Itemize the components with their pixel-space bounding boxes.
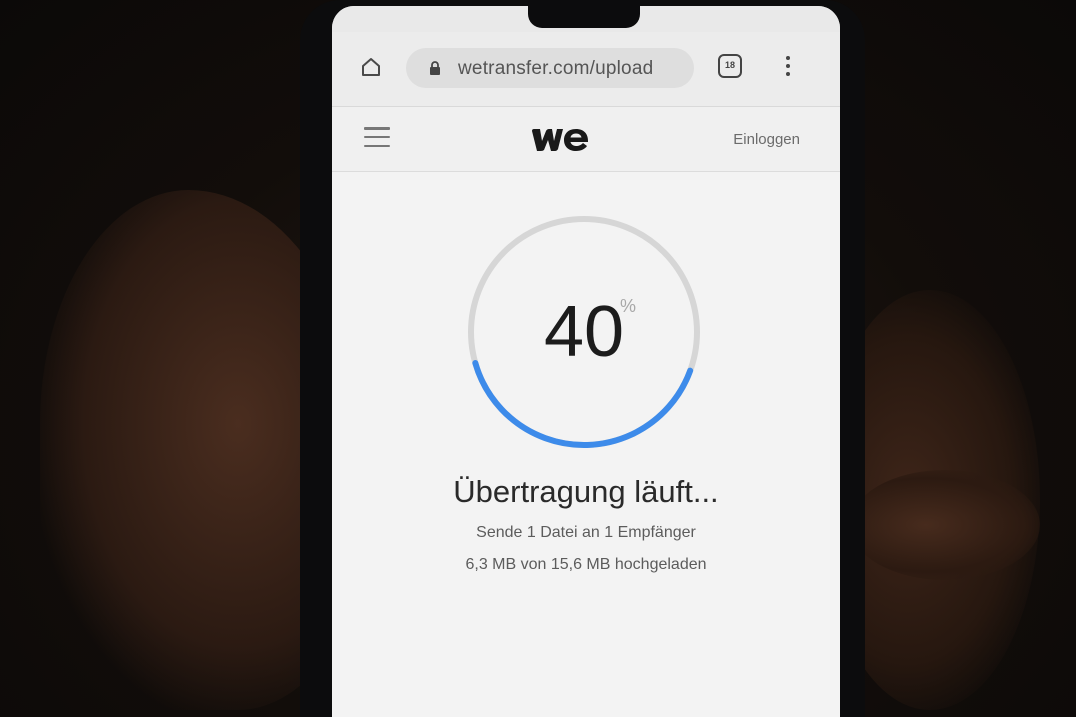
- progress-ring: 40 %: [462, 210, 706, 454]
- percent-sign: %: [620, 296, 637, 316]
- home-icon: [362, 58, 380, 76]
- site-header: Einloggen: [332, 107, 840, 172]
- tab-count: 18: [724, 60, 735, 70]
- upload-progress-panel: 40 % Übertragung läuft... Sende 1 Datei …: [332, 172, 840, 717]
- phone-screen: wetransfer.com/upload 18 Einloggen 40 % …: [332, 6, 840, 717]
- url-text: wetransfer.com/upload: [458, 58, 654, 79]
- camera-notch: [528, 6, 640, 28]
- home-button[interactable]: [358, 54, 384, 80]
- upload-size-line: 6,3 MB von 15,6 MB hochgeladen: [465, 556, 707, 573]
- tabs-button[interactable]: 18: [718, 54, 742, 78]
- hamburger-menu-icon[interactable]: [364, 127, 390, 147]
- wetransfer-logo[interactable]: [530, 123, 594, 155]
- status-bar: [332, 6, 840, 32]
- login-link[interactable]: Einloggen: [733, 131, 800, 148]
- browser-toolbar: wetransfer.com/upload 18: [332, 32, 840, 107]
- recipients-line: Sende 1 Datei an 1 Empfänger: [476, 524, 696, 541]
- upload-status-title: Übertragung läuft...: [453, 474, 719, 509]
- more-vert-icon[interactable]: [780, 50, 796, 82]
- address-bar[interactable]: wetransfer.com/upload: [406, 48, 694, 88]
- percent-value: 40: [543, 292, 625, 372]
- finger-right: [850, 470, 1040, 580]
- lock-icon: [430, 61, 440, 75]
